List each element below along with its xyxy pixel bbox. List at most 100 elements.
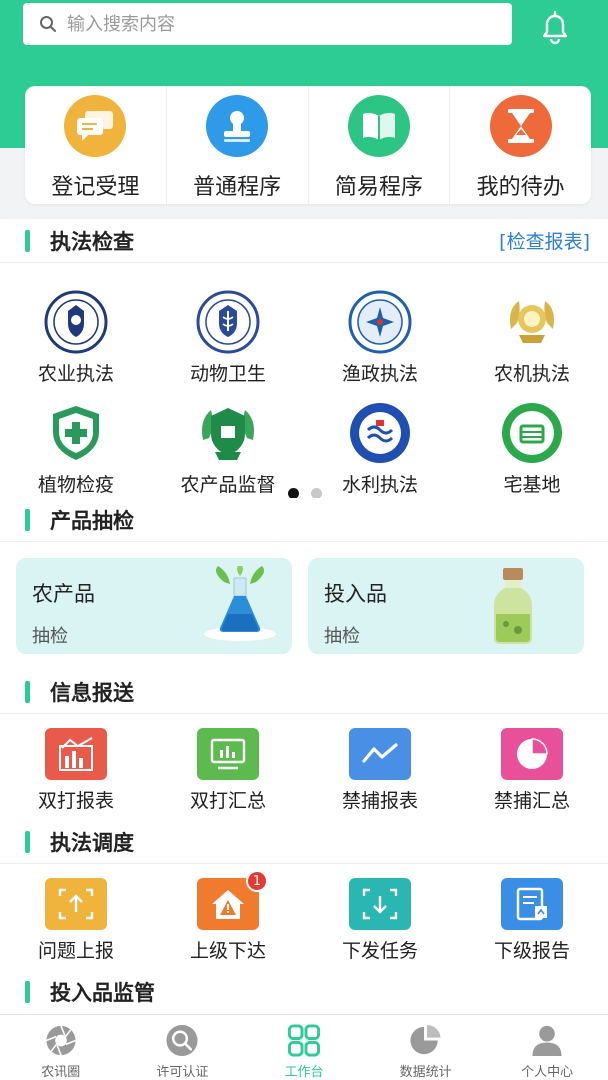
tab-label: 工作台 (284, 1065, 324, 1080)
report-double-strike[interactable]: 双打报表 (0, 728, 152, 813)
quick-action-label: 我的待办 (476, 175, 565, 200)
search-input[interactable] (67, 13, 467, 35)
section-accent-bar (25, 680, 30, 703)
sampling-card-title: 农产品 (32, 582, 95, 606)
tab-label: 个人中心 (521, 1065, 574, 1080)
line-chart-icon (349, 728, 411, 780)
dispatch-row: 问题上报 1 上级下达 下发任务 下级报告 (0, 870, 608, 963)
pie-icon (410, 1024, 441, 1055)
dispatch-label: 下级报告 (493, 940, 570, 962)
sampling-card-agri-product[interactable]: 农产品 抽检 (16, 558, 292, 654)
dispatch-label: 下发任务 (341, 940, 418, 962)
law-item-label: 植物检疫 (37, 474, 114, 496)
dispatch-report-issue[interactable]: 问题上报 (0, 878, 152, 963)
sampling-card-subtitle: 抽检 (324, 626, 360, 647)
tab-personal-center[interactable]: 个人中心 (486, 1015, 608, 1080)
aperture-icon (45, 1025, 76, 1056)
tab-news-circle[interactable]: 农讯圈 (0, 1015, 122, 1080)
law-item-agri-machinery[interactable]: 农机执法 (456, 289, 608, 386)
bottle-icon (494, 568, 532, 644)
agri-law-badge-icon (44, 290, 108, 354)
quick-action-label: 普通程序 (193, 175, 282, 200)
sampling-card-title: 投入品 (324, 582, 387, 606)
dispatch-label: 问题上报 (37, 940, 114, 962)
check-report-link[interactable]: [检查报表] (499, 227, 590, 254)
law-item-label: 动物卫生 (189, 363, 266, 385)
quick-action-register[interactable]: 登记受理 (25, 86, 167, 204)
report-label: 双打汇总 (189, 790, 266, 812)
section-accent-bar (25, 981, 30, 1003)
law-item-homestead[interactable]: 宅基地 (456, 400, 608, 497)
quick-action-label: 登记受理 (51, 175, 140, 200)
law-item-water[interactable]: 水利执法 (304, 400, 456, 497)
tab-data-stats[interactable]: 数据统计 (365, 1015, 487, 1080)
agri-product-badge-icon (202, 408, 254, 460)
quick-action-my-todo[interactable]: 我的待办 (450, 86, 591, 204)
fishery-badge-icon (348, 290, 412, 354)
section-accent-bar (25, 830, 30, 853)
section-accent-bar (25, 229, 30, 252)
notification-badge: 1 (246, 870, 268, 892)
quick-action-simple-procedure[interactable]: 简易程序 (309, 86, 451, 204)
report-doc-icon (501, 878, 563, 930)
bar-chart-icon (45, 728, 107, 780)
sampling-card-inputs[interactable]: 投入品 抽检 (308, 558, 584, 654)
law-item-plant-quarantine[interactable]: 植物检疫 (0, 400, 152, 497)
search-circle-icon (166, 1024, 198, 1057)
dispatch-subordinate-report[interactable]: 下级报告 (456, 878, 608, 963)
animal-health-badge-icon (196, 290, 260, 354)
tab-workbench[interactable]: 工作台 (243, 1015, 365, 1080)
quick-action-normal-procedure[interactable]: 普通程序 (167, 86, 309, 204)
flask-icon (204, 566, 276, 641)
law-item-agriculture[interactable]: 农业执法 (0, 289, 152, 386)
dispatch-assign-task[interactable]: 下发任务 (304, 878, 456, 963)
quick-actions-card: 登记受理 普通程序 简易程序 我的待办 (25, 86, 591, 204)
person-icon (532, 1025, 562, 1057)
bell-icon[interactable] (536, 8, 574, 46)
tab-label: 数据统计 (399, 1065, 452, 1080)
section-input-supervision: 投入品监管 (0, 970, 608, 1014)
law-check-panel: 农业执法 动物卫生 渔政执法 农机执法 植物检疫 农产品监督 水利执法 宅基地 (0, 263, 608, 505)
stamp-icon (206, 95, 269, 157)
quick-action-label: 简易程序 (334, 175, 423, 200)
hourglass-icon (489, 95, 552, 157)
upload-scan-icon (45, 878, 107, 930)
law-item-fishery[interactable]: 渔政执法 (304, 289, 456, 386)
tab-license[interactable]: 许可认证 (122, 1015, 244, 1080)
plant-quarantine-badge-icon (53, 406, 99, 460)
monitor-chart-icon (197, 728, 259, 780)
report-label: 双打报表 (37, 790, 114, 812)
agri-machinery-badge-icon (510, 301, 554, 343)
section-sampling: 产品抽检 (0, 498, 608, 542)
report-fishing-ban-summary[interactable]: 禁捕汇总 (456, 728, 608, 813)
section-title: 执法检查 (50, 229, 134, 254)
section-title: 投入品监管 (50, 981, 155, 1005)
dispatch-label: 上级下达 (189, 940, 266, 962)
dispatch-superior-issued[interactable]: 1 上级下达 (152, 870, 304, 963)
section-info-report: 信息报送 (0, 670, 608, 714)
law-item-animal-health[interactable]: 动物卫生 (152, 289, 304, 386)
info-report-row: 双打报表 双打汇总 禁捕报表 禁捕汇总 (0, 728, 608, 813)
tab-label: 农讯圈 (41, 1065, 81, 1080)
law-item-label: 水利执法 (341, 474, 418, 496)
report-fishing-ban[interactable]: 禁捕报表 (304, 728, 456, 813)
report-label: 禁捕报表 (341, 790, 418, 812)
sampling-card-subtitle: 抽检 (32, 626, 68, 647)
law-item-agri-product[interactable]: 农产品监督 (152, 400, 304, 497)
search-bar[interactable] (23, 3, 512, 45)
download-scan-icon (349, 878, 411, 930)
search-icon (40, 16, 56, 32)
grid-icon (287, 1024, 321, 1057)
report-double-strike-summary[interactable]: 双打汇总 (152, 728, 304, 813)
message-icon (64, 95, 127, 157)
law-item-label: 农业执法 (37, 363, 114, 385)
water-law-badge-icon (350, 403, 410, 463)
section-accent-bar (25, 508, 30, 531)
homestead-badge-icon (502, 403, 562, 463)
tab-label: 许可认证 (156, 1065, 209, 1080)
section-law-check: 执法检查 [检查报表] (0, 219, 608, 263)
law-item-label: 农产品监督 (180, 474, 276, 496)
law-item-label: 宅基地 (503, 474, 561, 496)
section-title: 信息报送 (50, 680, 134, 705)
section-title: 产品抽检 (50, 508, 134, 533)
